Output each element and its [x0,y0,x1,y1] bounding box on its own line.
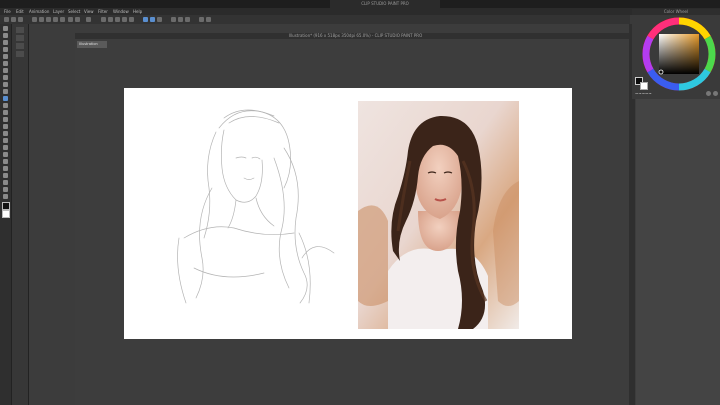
menu-file[interactable]: File [4,8,11,15]
menu-view[interactable]: View [84,8,94,15]
operation-icon[interactable] [3,40,8,45]
pencil-icon[interactable] [3,82,8,87]
figure-icon[interactable] [3,145,8,150]
auto-select-icon[interactable] [3,61,8,66]
text-icon[interactable] [3,166,8,171]
invert-selection-icon[interactable] [115,17,120,22]
clear-icon[interactable] [46,17,51,22]
sub-tool-item[interactable] [16,27,24,33]
hand-icon[interactable] [3,33,8,38]
portrait-illustration [358,101,519,329]
sub-color-swatch[interactable] [640,82,648,90]
transform-selection-icon[interactable] [178,17,183,22]
app-title-bar: CLIP STUDIO PAINT PRO [0,0,720,8]
snap-grid-icon[interactable] [150,17,155,22]
reference-layer-icon[interactable] [206,17,211,22]
redo-icon[interactable] [75,17,80,22]
snap-special-ruler-icon[interactable] [157,17,162,22]
sub-color-swatch[interactable] [2,210,10,218]
crop-icon[interactable] [122,17,127,22]
blend-icon[interactable] [3,124,8,129]
menu-filter[interactable]: Filter [98,8,108,15]
ruler-icon[interactable] [3,159,8,164]
balloon-icon[interactable] [3,173,8,178]
sub-tool-item[interactable] [16,51,24,57]
color-wheel[interactable] [641,16,717,92]
airbrush-icon[interactable] [3,103,8,108]
menu-help[interactable]: Help [133,8,142,15]
menu-bar: File Edit Animation Layer Select View Fi… [0,8,720,15]
fill-tool-icon[interactable] [3,131,8,136]
app-title: CLIP STUDIO PAINT PRO [330,0,440,8]
color-wheel-title: Color Wheel [632,9,720,15]
pen-icon[interactable] [3,75,8,80]
eyedropper-icon[interactable] [3,68,8,73]
deselect-icon[interactable] [108,17,113,22]
brush-selected-icon[interactable] [3,96,8,101]
menu-edit[interactable]: Edit [16,8,24,15]
lasso-icon[interactable] [3,187,8,192]
color-mode-icon[interactable] [706,91,711,96]
new-file-icon[interactable] [4,17,9,22]
paste-icon[interactable] [39,17,44,22]
menu-layer[interactable]: Layer [53,8,64,15]
selection-area-icon[interactable] [3,54,8,59]
copy-icon[interactable] [32,17,37,22]
sub-tool-panel [12,24,29,405]
color-value-field[interactable]: ~~~~~ [635,92,652,96]
painted-portrait [358,101,519,329]
selection-icon[interactable] [101,17,106,22]
transform-icon[interactable] [60,17,65,22]
zoom-icon[interactable] [3,26,8,31]
main-color-swatch[interactable] [2,202,10,210]
decoration-icon[interactable] [3,110,8,115]
sub-tool-item[interactable] [16,35,24,41]
menu-animation[interactable]: Animation [29,8,49,15]
save-icon[interactable] [18,17,23,22]
menu-window[interactable]: Window [113,8,129,15]
color-options-icon[interactable] [713,91,718,96]
undo-icon[interactable] [68,17,73,22]
correct-line-icon[interactable] [3,180,8,185]
sub-tool-item[interactable] [16,43,24,49]
tool-bar [0,24,12,405]
expand-selection-icon[interactable] [129,17,134,22]
fill-selection-icon[interactable] [185,17,190,22]
menu-select[interactable]: Select [68,8,80,15]
document-tab[interactable]: Illustration [77,41,107,48]
frame-border-icon[interactable] [3,152,8,157]
eraser-icon[interactable] [3,117,8,122]
square-selection-icon[interactable] [171,17,176,22]
brush-icon[interactable] [3,89,8,94]
gradient-icon[interactable] [3,138,8,143]
document-title: Illustration* (916 x 518px 350dpi 65.0%)… [75,33,636,39]
shape-icon[interactable] [3,194,8,199]
rotate-icon[interactable] [86,17,91,22]
move-layer-icon[interactable] [3,47,8,52]
snap-ruler-icon[interactable] [143,17,148,22]
open-file-icon[interactable] [11,17,16,22]
fill-icon[interactable] [53,17,58,22]
layer-property-icon[interactable] [199,17,204,22]
